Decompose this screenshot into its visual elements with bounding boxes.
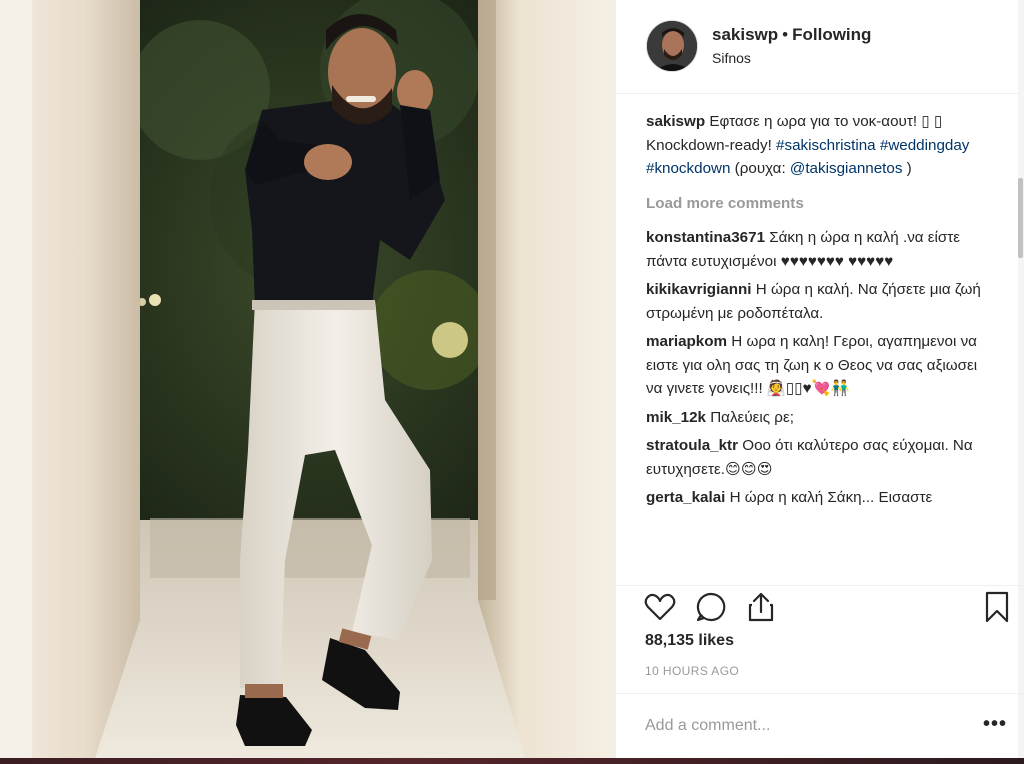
list-item: mariapkom Η ωρα η καλη! Γεροι, αγαπημενο… <box>646 330 994 401</box>
comment-username[interactable]: konstantina3671 <box>646 229 765 246</box>
comment-username[interactable]: mik_12k <box>646 409 706 426</box>
photo-scene <box>0 0 615 758</box>
following-button[interactable]: Following <box>792 25 871 44</box>
comment-text: Η ώρα η καλή Σάκη... Εισαστε <box>729 489 933 506</box>
list-item: stratoula_ktr Οοο ότι καλύτερο σας εύχομ… <box>646 434 994 481</box>
comment-username[interactable]: kikikavrigianni <box>646 281 752 298</box>
scrollbar-thumb[interactable] <box>1018 178 1023 258</box>
add-comment-section: ••• <box>615 693 1024 758</box>
comment-text: Παλεύεις ρε; <box>710 408 794 426</box>
comments-scrollbar[interactable] <box>1018 0 1024 758</box>
caption-text: (ρουχα: <box>734 160 786 177</box>
header-username[interactable]: sakiswp <box>712 25 778 44</box>
caption-username[interactable]: sakiswp <box>646 113 705 130</box>
bottom-strip <box>0 758 1024 764</box>
comment-username[interactable]: stratoula_ktr <box>646 437 738 454</box>
hashtag-link[interactable]: #sakischristina <box>776 137 876 154</box>
comment-username[interactable]: mariapkom <box>646 333 727 350</box>
comment-username[interactable]: gerta_kalai <box>646 489 725 506</box>
more-options-button[interactable]: ••• <box>983 714 1007 734</box>
share-icon[interactable] <box>744 590 778 624</box>
avatar[interactable] <box>646 20 698 72</box>
list-item: gerta_kalai Η ώρα η καλή Σάκη... Εισαστε <box>646 486 994 510</box>
avatar-image <box>647 21 697 71</box>
list-item: mik_12k Παλεύεις ρε; <box>646 406 994 430</box>
hashtag-link[interactable]: #weddingday <box>880 137 970 154</box>
comment-input[interactable] <box>645 712 945 740</box>
heart-icon[interactable] <box>643 590 677 624</box>
location-link[interactable]: Sifnos <box>712 50 751 66</box>
post-header: sakiswp • Following Sifnos <box>616 0 1024 94</box>
post-photo[interactable] <box>0 0 615 758</box>
post-timestamp: 10 HOURS AGO <box>645 664 740 678</box>
caption: sakiswp Εφτασε η ωρα για το νοκ-αουτ! ▯ … <box>646 110 994 181</box>
caption-text: ) <box>906 160 912 177</box>
load-more-comments-button[interactable]: Load more comments <box>646 192 994 216</box>
header-separator: • <box>782 25 789 44</box>
likes-count[interactable]: 88,135 likes <box>645 632 734 650</box>
speech-bubble-icon[interactable] <box>694 590 728 624</box>
header-line: sakiswp • Following <box>712 25 871 45</box>
mention-link[interactable]: @takisgiannetos <box>790 160 903 177</box>
comments-list[interactable]: sakiswp Εφτασε η ωρα για το νοκ-αουτ! ▯ … <box>646 110 994 578</box>
action-bar <box>615 585 1024 629</box>
list-item: kikikavrigianni Η ώρα η καλή. Να ζήσετε … <box>646 278 994 325</box>
bookmark-icon[interactable] <box>980 590 1014 624</box>
hashtag-link[interactable]: #knockdown <box>646 160 730 177</box>
list-item: konstantina3671 Σάκη η ώρα η καλή .να εί… <box>646 226 994 273</box>
